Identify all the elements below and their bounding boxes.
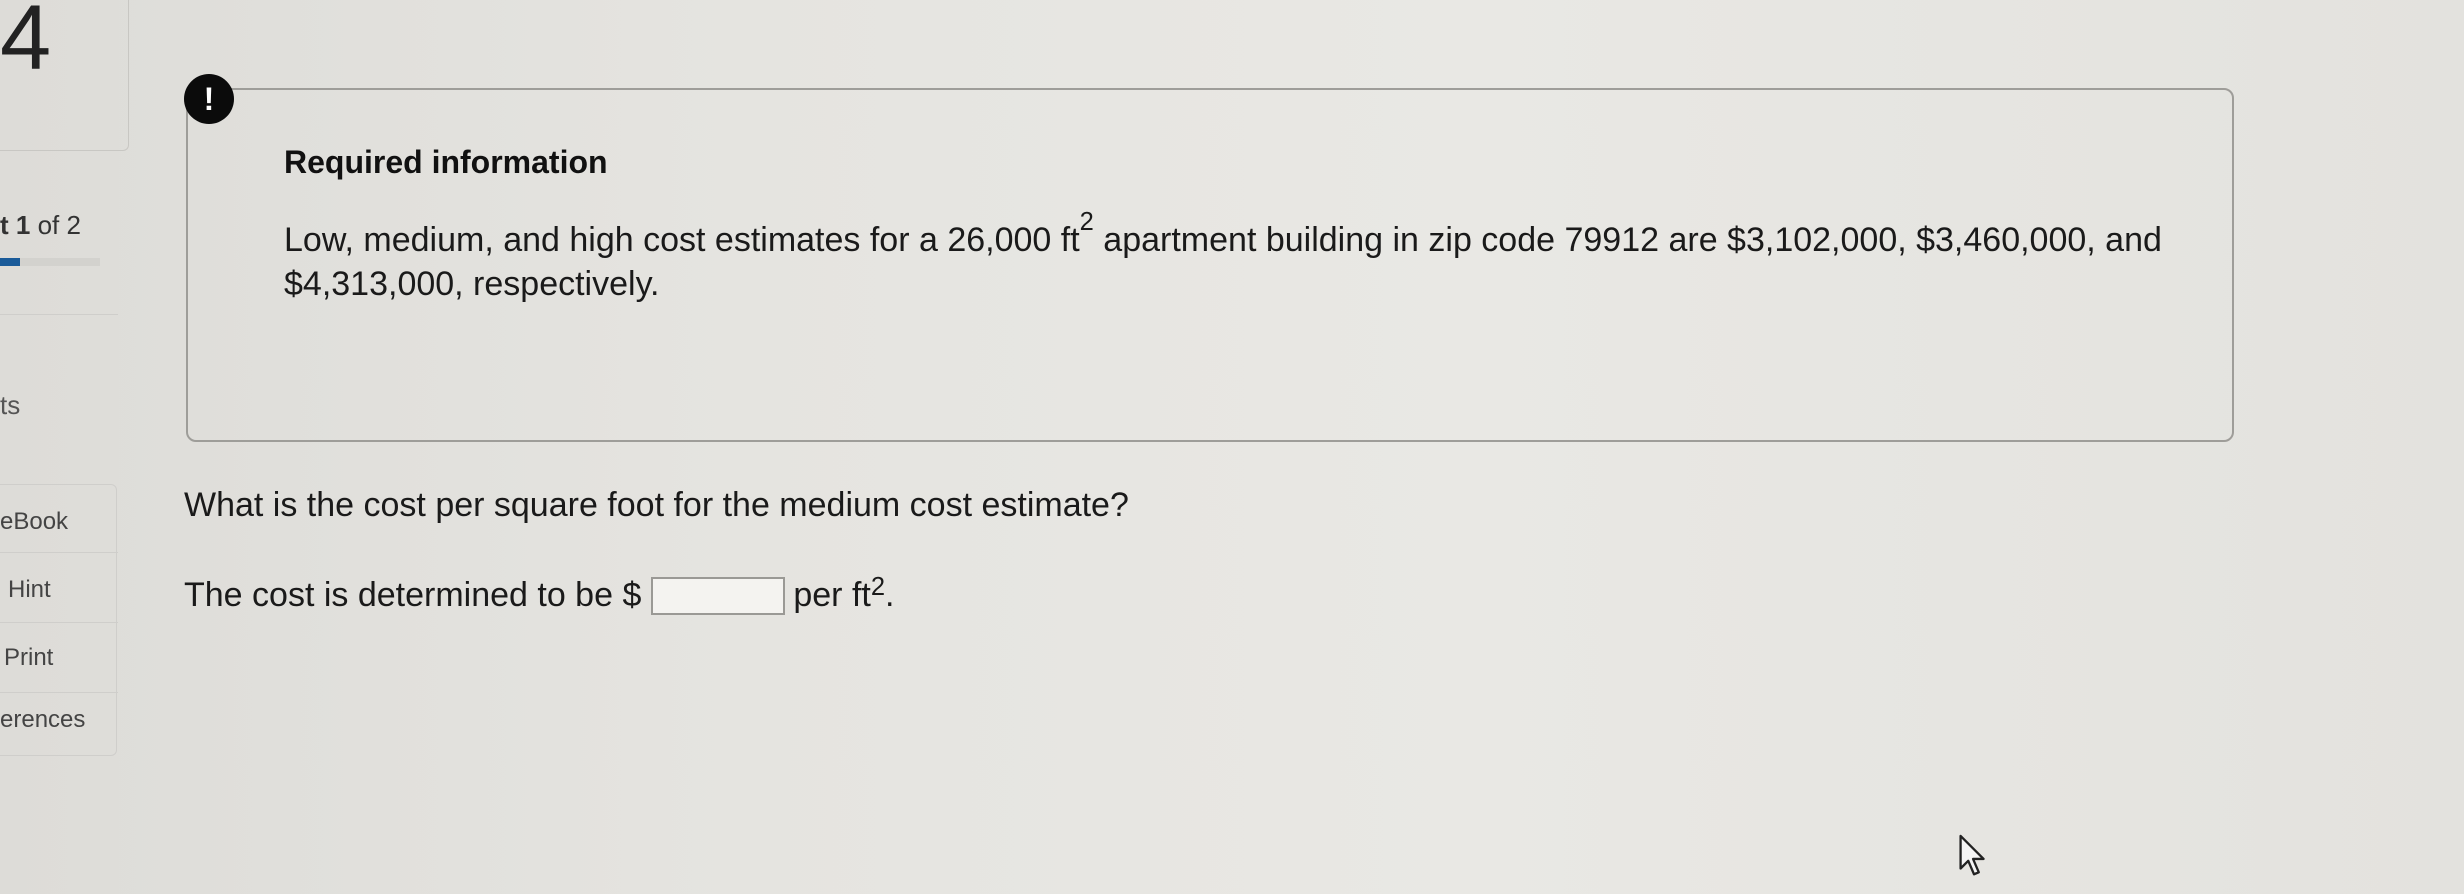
info-text-part1: Low, medium, and high cost estimates for…: [284, 221, 1080, 259]
question-number: 4: [0, 0, 52, 89]
question-sidebar: 4 t 1 of 2 ts eBook Hint Print erences: [0, 0, 129, 894]
info-text-superscript: 2: [1079, 207, 1094, 236]
part-current: 1: [15, 210, 31, 240]
answer-end: .: [885, 576, 895, 614]
sidebar-divider: [0, 314, 118, 315]
print-link[interactable]: Print: [4, 644, 53, 672]
mouse-pointer-icon: [1959, 834, 1985, 876]
part-prefix: t: [0, 210, 9, 240]
question-text: What is the cost per square foot for the…: [184, 486, 1129, 524]
part-progress-fill: [0, 258, 20, 266]
tools-divider: [0, 622, 118, 623]
info-text: Low, medium, and high cost estimates for…: [284, 209, 2184, 306]
page: 4 t 1 of 2 ts eBook Hint Print erences !…: [0, 0, 2464, 894]
answer-prefix: The cost is determined to be $: [184, 576, 642, 614]
references-link[interactable]: erences: [0, 706, 85, 734]
answer-input[interactable]: [651, 576, 786, 615]
points-label: ts: [0, 390, 21, 420]
answer-line: The cost is determined to be $ per ft 2.: [184, 572, 895, 615]
hint-link[interactable]: Hint: [8, 576, 51, 604]
tools-divider: [0, 692, 118, 693]
answer-suffix: per ft: [793, 576, 871, 614]
part-progress-bar: [0, 258, 100, 266]
part-suffix: of 2: [30, 210, 81, 240]
tools-divider: [0, 552, 118, 553]
ebook-link[interactable]: eBook: [0, 508, 68, 536]
part-indicator: t 1 of 2: [0, 210, 81, 241]
info-title: Required information: [284, 144, 608, 180]
alert-icon: !: [184, 74, 234, 124]
